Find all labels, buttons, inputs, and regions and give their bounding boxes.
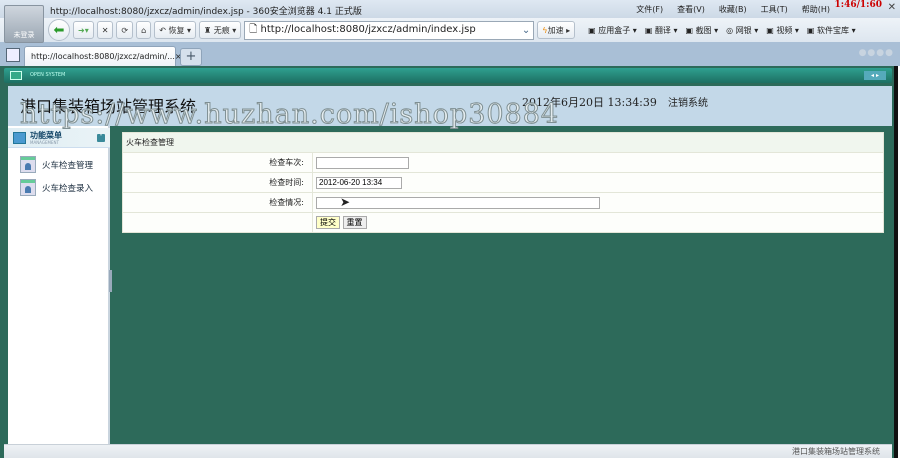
system-bar-label: OPEN SYSTEM <box>30 72 66 78</box>
accelerate-label: 加速 <box>547 25 564 35</box>
sidebar-item-train-inspection-entry[interactable]: 火车检查录入 <box>20 179 93 196</box>
accelerate-button[interactable]: ϟ 加速 ▸ <box>537 21 576 39</box>
system-bar: OPEN SYSTEM ◂ ▸ <box>4 68 892 83</box>
browser-menu: 文件(F) 查看(V) 收藏(B) 工具(T) 帮助(H) <box>636 4 830 15</box>
tool-label: 翻译 <box>654 25 671 35</box>
refresh-button[interactable]: ⟳ <box>116 21 134 39</box>
tool-software[interactable]: ▣ 软件宝库 ▾ <box>807 25 856 36</box>
clock: 2012年6月20日 13:34:39 <box>522 96 657 109</box>
tool-label: 截图 <box>695 25 712 35</box>
menu-icon <box>13 132 26 144</box>
nav-arrows-icon[interactable]: ◂ ▸ <box>864 71 886 80</box>
new-tab-button[interactable]: + <box>180 48 202 66</box>
mouse-cursor-icon: ➤ <box>340 195 351 209</box>
menu-favorites[interactable]: 收藏(B) <box>719 4 747 15</box>
stop-button[interactable]: ✕ <box>96 21 114 39</box>
user-icon <box>20 179 36 196</box>
empty-cell <box>122 212 313 233</box>
restore-button[interactable]: ↶ 恢复 ▾ <box>154 21 197 39</box>
tab-title: http://localhost:8080/jzxcz/admin/... <box>31 52 175 61</box>
dropdown-icon[interactable]: ⌄ <box>522 25 533 36</box>
system-title: 港口集装箱场站管理系统 <box>20 97 197 116</box>
menu-file[interactable]: 文件(F) <box>636 4 663 15</box>
extension-tools: ▣ 应用盒子 ▾ ▣ 翻译 ▾ ▣ 截图 ▾ ◎ 网银 ▾ ▣ 视频 ▾ ▣ 软… <box>588 25 855 36</box>
back-button[interactable]: ⬅ <box>48 19 70 41</box>
tab-controls[interactable]: ●●●● <box>859 48 894 58</box>
app-header: 港口集装箱场站管理系统 2012年6月20日 13:34:39 注销系统 <box>8 86 892 126</box>
form-title: 火车检查管理 <box>122 132 884 153</box>
incognito-label: 无痕 <box>213 25 230 35</box>
back-arrow-icon: ⬅ <box>53 22 65 38</box>
home-icon: ⌂ <box>141 25 147 35</box>
undo-icon: ↶ <box>159 25 166 35</box>
menu-tools[interactable]: 工具(T) <box>761 4 788 15</box>
tool-label: 软件宝库 <box>817 25 850 35</box>
browser-title-bar: http://localhost:8080/jzxcz/admin/index.… <box>0 0 900 18</box>
train-no-input[interactable] <box>316 156 409 169</box>
incognito-button[interactable]: ♜ 无痕 ▾ <box>199 21 242 39</box>
sidebar-item-train-inspection-manage[interactable]: 火车检查管理 <box>20 156 93 173</box>
inspection-time-input[interactable] <box>316 176 402 189</box>
page-icon: 🗋 <box>249 23 258 35</box>
field-label-time: 检查时间: <box>122 172 313 193</box>
menu-help[interactable]: 帮助(H) <box>802 4 830 15</box>
status-text: 港口集装箱场站管理系统 <box>792 447 880 456</box>
address-text: http://localhost:8080/jzxcz/admin/index.… <box>260 23 476 35</box>
tool-app-box[interactable]: ▣ 应用盒子 ▾ <box>588 25 637 36</box>
collapse-icon[interactable]: ˅ <box>97 134 105 142</box>
tool-video[interactable]: ▣ 视频 ▾ <box>766 25 799 36</box>
avatar-label: 未登录 <box>13 31 35 39</box>
browser-toolbar: ⬅ ➜▾ ✕ ⟳ ⌂ ↶ 恢复 ▾ ♜ 无痕 ▾ 🗋 http://localh… <box>0 18 900 42</box>
avatar[interactable]: 未登录 <box>4 5 44 43</box>
tool-screenshot[interactable]: ▣ 截图 ▾ <box>685 25 718 36</box>
window-title: http://localhost:8080/jzxcz/admin/index.… <box>50 7 362 17</box>
forward-button[interactable]: ➜▾ <box>73 21 94 39</box>
sidebar-item-label: 火车检查管理 <box>42 160 94 171</box>
tool-label: 应用盒子 <box>598 25 631 35</box>
home-button[interactable]: ⌂ <box>136 21 152 39</box>
refresh-icon: ⟳ <box>121 25 129 35</box>
monitor-icon <box>10 71 22 80</box>
close-icon[interactable]: ✕ <box>888 2 896 13</box>
inspection-status-input[interactable] <box>316 196 600 209</box>
logout-link[interactable]: 注销系统 <box>668 94 708 109</box>
address-bar[interactable]: 🗋 http://localhost:8080/jzxcz/admin/inde… <box>244 20 535 40</box>
tool-translate[interactable]: ▣ 翻译 ▾ <box>645 25 678 36</box>
splitter-handle[interactable] <box>109 270 112 292</box>
field-label-status: 检查情况: <box>122 192 313 213</box>
sidebar: 功能菜单 MANAGEMENT ˅ 火车检查管理 火车检查录入 <box>8 126 110 444</box>
incognito-icon: ♜ <box>204 25 212 35</box>
sidebar-item-label: 火车检查录入 <box>42 183 94 194</box>
tool-label: 网银 <box>735 25 752 35</box>
tool-banking[interactable]: ◎ 网银 ▾ <box>726 25 758 36</box>
menu-view[interactable]: 查看(V) <box>677 4 705 15</box>
sidebar-header: 功能菜单 MANAGEMENT ˅ <box>8 128 110 148</box>
inspection-form: 火车检查管理 检查车次: 检查时间: 检查情况: 提交 重置 <box>122 132 884 233</box>
tab-index[interactable]: http://localhost:8080/jzxcz/admin/... × <box>24 46 182 66</box>
forward-arrow-icon: ➜▾ <box>78 25 89 35</box>
status-bar: 港口集装箱场站管理系统 <box>4 444 892 458</box>
sidebar-toggle-icon[interactable] <box>6 48 20 62</box>
timer-overlay: 1:46/1:60 <box>834 0 882 10</box>
tool-label: 视频 <box>776 25 793 35</box>
restore-label: 恢复 <box>168 25 185 35</box>
field-label-train-no: 检查车次: <box>122 152 313 173</box>
reset-button[interactable]: 重置 <box>342 216 367 229</box>
submit-button[interactable]: 提交 <box>316 216 340 229</box>
tab-bar: http://localhost:8080/jzxcz/admin/... × + <box>0 42 900 66</box>
user-icon <box>20 156 36 173</box>
stop-icon: ✕ <box>101 25 109 35</box>
sidebar-subtitle: MANAGEMENT <box>30 140 59 145</box>
